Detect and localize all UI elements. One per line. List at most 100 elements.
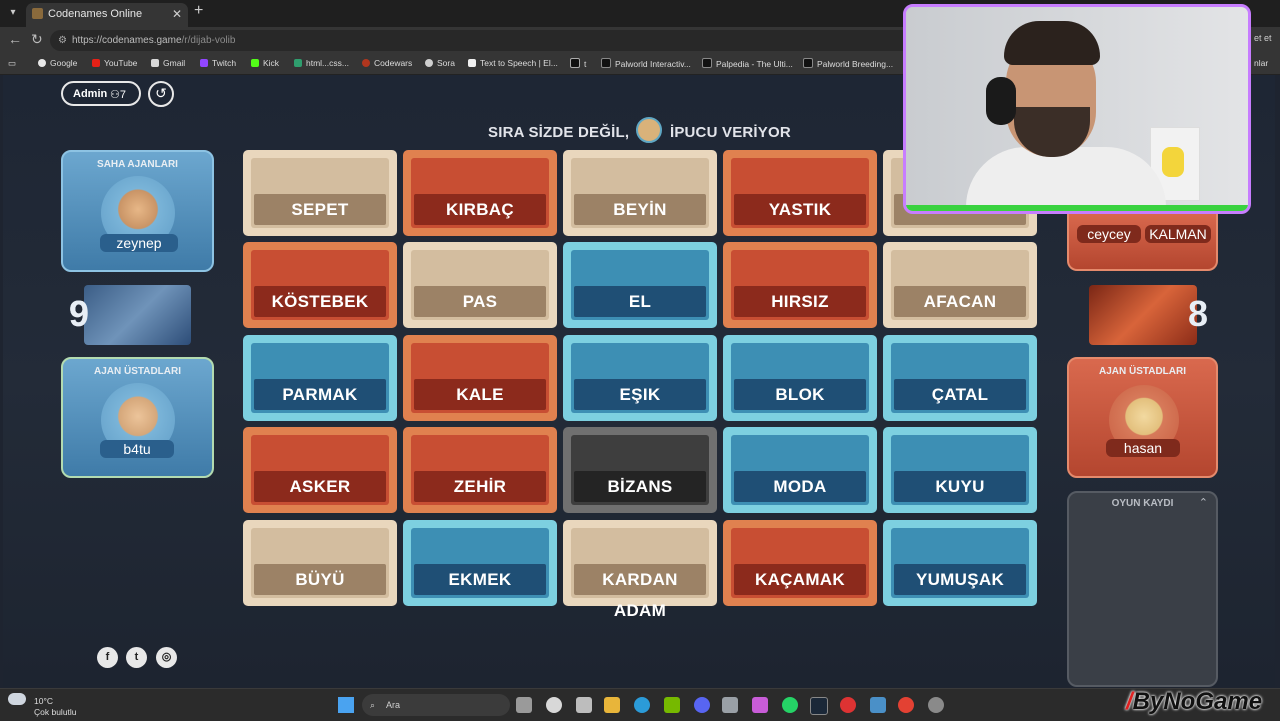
- red-spymasters-title: AJAN ÜSTADLARI: [1098, 366, 1187, 377]
- card-word: PARMAK: [254, 379, 386, 410]
- word-card[interactable]: EL: [563, 242, 717, 328]
- admin-label: Admin: [73, 88, 108, 100]
- word-card[interactable]: YASTIK: [723, 150, 877, 236]
- word-card[interactable]: KUYU: [883, 427, 1037, 513]
- bookmark-gmail[interactable]: Gmail: [151, 58, 185, 68]
- word-card[interactable]: BİZANS: [563, 427, 717, 513]
- word-card[interactable]: BLOK: [723, 335, 877, 421]
- facebook-icon[interactable]: f: [97, 647, 118, 668]
- player-count: ⚇7: [110, 89, 126, 101]
- settings-icon[interactable]: [928, 697, 944, 713]
- bookmark-google[interactable]: Google: [38, 58, 77, 68]
- steam-icon[interactable]: [810, 697, 828, 715]
- taskbar-search[interactable]: ⌕ Ara: [362, 694, 510, 716]
- weather-widget[interactable]: 10°C Çok bulutlu: [8, 693, 77, 717]
- card-word: KUYU: [894, 471, 1026, 502]
- cloud-icon: [8, 693, 26, 705]
- word-card[interactable]: ZEHİR: [403, 427, 557, 513]
- word-card[interactable]: SEPET: [243, 150, 397, 236]
- discord-icon[interactable]: [694, 697, 710, 713]
- bookmark-palworld-breeding[interactable]: Palworld Breeding...: [803, 58, 893, 69]
- word-card[interactable]: PARMAK: [243, 335, 397, 421]
- word-card[interactable]: KAÇAMAK: [723, 520, 877, 606]
- windows-start-icon[interactable]: [338, 697, 354, 713]
- reset-button[interactable]: ↺: [148, 81, 174, 107]
- bookmark-palworld-interactive[interactable]: Palworld Interactiv...: [601, 58, 691, 69]
- bookmark-kick[interactable]: Kick: [251, 58, 279, 68]
- card-word: SEPET: [254, 194, 386, 225]
- card-word: KARDAN ADAM: [574, 564, 706, 620]
- bookmark-tiktok[interactable]: t: [570, 58, 586, 69]
- card-word: EKMEK: [414, 564, 546, 595]
- bookmark-youtube[interactable]: YouTube: [92, 58, 137, 68]
- url-path: /r/dijab-volib: [181, 35, 236, 46]
- admin-button[interactable]: Admin ⚇7: [61, 81, 141, 106]
- status-suffix: İPUCU VERİYOR: [669, 124, 791, 141]
- twitter-icon[interactable]: t: [126, 647, 147, 668]
- file-explorer-icon[interactable]: [604, 697, 620, 713]
- headphones-icon: [986, 77, 1016, 125]
- bookmarks-overflow[interactable]: nlar: [1254, 58, 1268, 68]
- word-card[interactable]: BEYİN: [563, 150, 717, 236]
- word-card[interactable]: EKMEK: [403, 520, 557, 606]
- chrome-icon[interactable]: [898, 697, 914, 713]
- bookmark-twitch[interactable]: Twitch: [200, 58, 236, 68]
- instagram-icon[interactable]: ◎: [156, 647, 177, 668]
- webcam-overlay: [903, 4, 1251, 214]
- collapse-log-icon[interactable]: ⌃: [1199, 496, 1208, 509]
- word-card[interactable]: HIRSIZ: [723, 242, 877, 328]
- word-card[interactable]: KÖSTEBEK: [243, 242, 397, 328]
- streamer-body: [966, 147, 1166, 211]
- tab-title: Codenames Online: [48, 8, 143, 20]
- url-field[interactable]: ⚙ https://codenames.game/r/dijab-volib: [50, 30, 950, 51]
- card-word: HIRSIZ: [734, 286, 866, 317]
- bookmark-text-to-speech[interactable]: Text to Speech | El...: [468, 58, 558, 68]
- word-card[interactable]: PAS: [403, 242, 557, 328]
- card-word: KÖSTEBEK: [254, 286, 386, 317]
- weather-temp: 10°C: [34, 696, 53, 706]
- copilot-icon[interactable]: [576, 697, 592, 713]
- nvidia-icon[interactable]: [664, 697, 680, 713]
- tab-codenames[interactable]: Codenames Online ✕: [26, 3, 188, 27]
- bookmarks-menu-icon[interactable]: ▭: [8, 58, 16, 69]
- task-view-icon[interactable]: [516, 697, 532, 713]
- close-tab-icon[interactable]: ✕: [172, 3, 182, 25]
- bookmark-codewars[interactable]: Codewars: [362, 58, 412, 68]
- word-card[interactable]: ASKER: [243, 427, 397, 513]
- app-icon[interactable]: [870, 697, 886, 713]
- word-card[interactable]: BÜYÜ: [243, 520, 397, 606]
- site-info-icon[interactable]: ⚙: [58, 30, 67, 51]
- card-word: EŞIK: [574, 379, 706, 410]
- bookmark-sora[interactable]: Sora: [425, 58, 455, 68]
- word-card[interactable]: MODA: [723, 427, 877, 513]
- card-word: PAS: [414, 286, 546, 317]
- back-icon[interactable]: ←: [8, 31, 22, 47]
- game-log-panel: OYUN KAYDI ⌃: [1067, 491, 1218, 687]
- obs-icon[interactable]: [840, 697, 856, 713]
- chatgpt-icon[interactable]: [546, 697, 562, 713]
- bookmark-html-css[interactable]: html...css...: [294, 58, 349, 68]
- reload-icon[interactable]: ↻: [31, 31, 43, 48]
- new-tab-icon[interactable]: +: [194, 2, 203, 20]
- word-card[interactable]: ÇATAL: [883, 335, 1037, 421]
- whatsapp-icon[interactable]: [782, 697, 798, 713]
- word-card[interactable]: KALE: [403, 335, 557, 421]
- blue-operatives-panel: SAHA AJANLARI zeynep: [61, 150, 214, 272]
- photos-icon[interactable]: [722, 697, 738, 713]
- blue-spymasters-panel: AJAN ÜSTADLARI b4tu: [61, 357, 214, 478]
- card-word: EL: [574, 286, 706, 317]
- address-bar-right-text: et et: [1254, 33, 1272, 43]
- copilot-app-icon[interactable]: [752, 697, 768, 713]
- tab-search-icon[interactable]: ▾: [4, 4, 22, 22]
- edge-icon[interactable]: [634, 697, 650, 713]
- card-word: ZEHİR: [414, 471, 546, 502]
- word-card[interactable]: EŞIK: [563, 335, 717, 421]
- bookmark-palpedia[interactable]: Palpedia - The Ulti...: [702, 58, 793, 69]
- word-card[interactable]: AFACAN: [883, 242, 1037, 328]
- red-operatives-panel: ceycey KALMAN: [1067, 212, 1218, 271]
- word-card[interactable]: YUMUŞAK: [883, 520, 1037, 606]
- turn-status: SIRA SİZDE DEĞİL, İPUCU VERİYOR: [488, 117, 791, 143]
- word-card[interactable]: KARDAN ADAM: [563, 520, 717, 620]
- red-operative-name-1: ceycey: [1077, 225, 1141, 243]
- word-card[interactable]: KIRBAÇ: [403, 150, 557, 236]
